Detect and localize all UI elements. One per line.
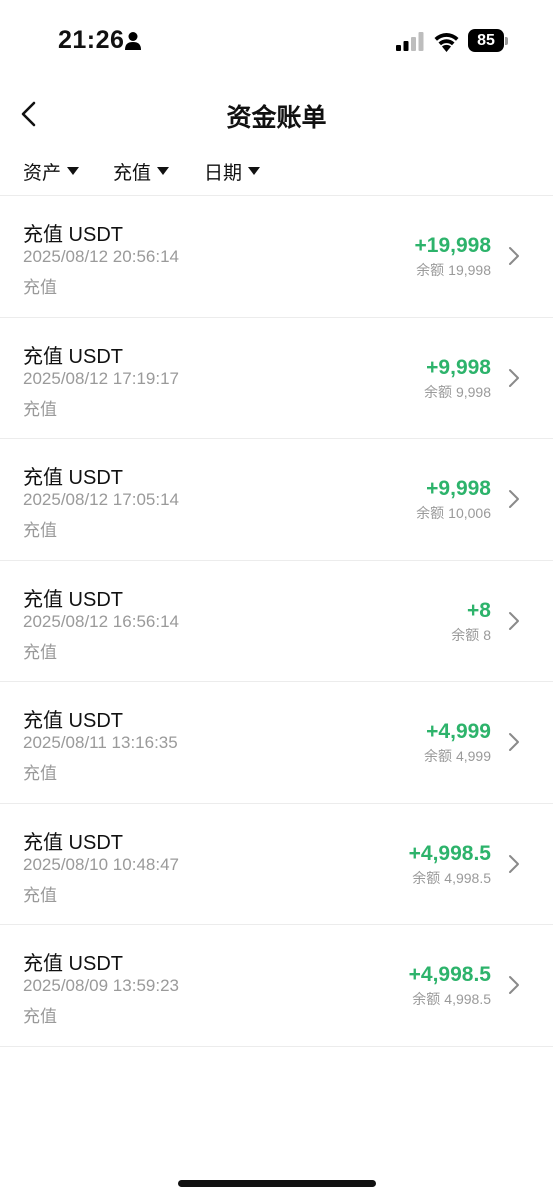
filter-type-label: 充值: [113, 163, 152, 184]
record-title: 充值 USDT: [23, 831, 123, 854]
chevron-right-icon: [509, 854, 519, 873]
record-balance: 余额 4,998.5: [412, 868, 491, 888]
ledger-list: 充值 USDT 2025/08/12 20:56:14 充值 +19,998 余…: [0, 196, 553, 1047]
balance-value: 10,006: [448, 505, 491, 521]
chevron-right-icon: [509, 611, 519, 630]
balance-label: 余额: [423, 748, 452, 764]
balance-label: 余额: [416, 262, 445, 278]
balance-label: 余额: [412, 869, 441, 886]
record-balance: 余额 10,006: [416, 503, 491, 523]
record-type: 充值: [23, 642, 57, 662]
battery-level: 85: [468, 29, 504, 52]
record-title: 充值 USDT: [23, 345, 123, 368]
balance-value: 4,998.5: [444, 991, 491, 1007]
record-timestamp: 2025/08/12 20:56:14: [23, 247, 179, 266]
balance-value: 8: [483, 626, 491, 643]
record-amount: +4,998.5: [408, 963, 491, 986]
ledger-row[interactable]: 充值 USDT 2025/08/09 13:59:23 充值 +4,998.5 …: [0, 925, 553, 1047]
chevron-right-icon: [509, 247, 519, 265]
ledger-row[interactable]: 充值 USDT 2025/08/12 17:05:14 充值 +9,998 余额…: [0, 439, 553, 561]
chevron-right-icon: [509, 733, 519, 751]
caret-down-icon: [157, 167, 170, 175]
screen: 21:26 85 资金账单 资产 充值 日期 充值 USDT 2025/08/1…: [0, 0, 553, 1200]
caret-down-icon: [248, 167, 261, 175]
chevron-right-icon: [509, 368, 519, 387]
record-amount: +4,998.5: [408, 841, 491, 865]
record-type: 充值: [23, 1007, 57, 1026]
home-indicator[interactable]: [178, 1180, 376, 1187]
record-amount: +9,998: [426, 477, 491, 500]
cellular-signal-icon: [396, 32, 424, 51]
record-balance: 余额 4,999: [424, 746, 491, 766]
record-type: 充值: [23, 399, 57, 419]
record-amount: +9,998: [426, 355, 491, 379]
balance-value: 4,998.5: [444, 869, 491, 886]
record-title: 充值 USDT: [23, 710, 123, 732]
record-title: 充值 USDT: [23, 953, 123, 975]
record-timestamp: 2025/08/12 17:19:17: [23, 368, 179, 388]
record-type: 充值: [23, 278, 57, 297]
ledger-row[interactable]: 充值 USDT 2025/08/12 20:56:14 充值 +19,998 余…: [0, 196, 553, 318]
record-type: 充值: [23, 885, 57, 905]
record-title: 充值 USDT: [23, 224, 123, 246]
chevron-right-icon: [509, 490, 519, 508]
person-icon: [125, 32, 141, 50]
record-timestamp: 2025/08/10 10:48:47: [23, 854, 179, 874]
balance-value: 19,998: [448, 262, 491, 278]
record-balance: 余额 8: [451, 625, 491, 645]
status-bar: 21:26 85: [0, 0, 553, 84]
page-title: 资金账单: [226, 104, 327, 132]
balance-value: 4,999: [455, 748, 491, 764]
battery-indicator: 85: [468, 29, 508, 52]
ledger-row[interactable]: 充值 USDT 2025/08/10 10:48:47 充值 +4,998.5 …: [0, 804, 553, 925]
filter-date[interactable]: 日期: [204, 158, 261, 185]
record-timestamp: 2025/08/09 13:59:23: [23, 976, 179, 995]
record-title: 充值 USDT: [23, 467, 123, 489]
record-timestamp: 2025/08/11 13:16:35: [23, 733, 178, 752]
record-balance: 余额 9,998: [424, 382, 491, 402]
status-time: 21:26: [58, 26, 125, 54]
ledger-row[interactable]: 充值 USDT 2025/08/12 16:56:14 充值 +8 余额 8: [0, 561, 553, 682]
filter-asset-label: 资产: [23, 163, 62, 184]
filter-asset[interactable]: 资产: [23, 158, 80, 185]
record-title: 充值 USDT: [23, 588, 123, 611]
record-type: 充值: [23, 764, 57, 783]
record-type: 充值: [23, 521, 57, 540]
record-amount: +19,998: [414, 234, 492, 257]
wifi-icon: [434, 33, 459, 52]
balance-value: 9,998: [455, 383, 491, 400]
balance-label: 余额: [451, 626, 480, 643]
filter-type[interactable]: 充值: [113, 158, 170, 185]
balance-label: 余额: [416, 505, 445, 521]
ledger-row[interactable]: 充值 USDT 2025/08/12 17:19:17 充值 +9,998 余额…: [0, 318, 553, 439]
nav-bar: 资金账单: [0, 84, 553, 144]
balance-label: 余额: [412, 991, 441, 1007]
record-timestamp: 2025/08/12 17:05:14: [23, 490, 179, 509]
filter-bar: 资产 充值 日期: [0, 148, 553, 196]
record-amount: +8: [467, 598, 491, 622]
caret-down-icon: [67, 167, 80, 175]
ledger-row[interactable]: 充值 USDT 2025/08/11 13:16:35 充值 +4,999 余额…: [0, 682, 553, 804]
filter-date-label: 日期: [204, 163, 243, 184]
chevron-right-icon: [509, 976, 519, 994]
record-timestamp: 2025/08/12 16:56:14: [23, 611, 179, 631]
record-balance: 余额 19,998: [416, 260, 491, 280]
battery-tip: [505, 37, 508, 45]
record-balance: 余额 4,998.5: [412, 989, 491, 1009]
balance-label: 余额: [423, 383, 452, 400]
record-amount: +4,999: [426, 720, 491, 743]
